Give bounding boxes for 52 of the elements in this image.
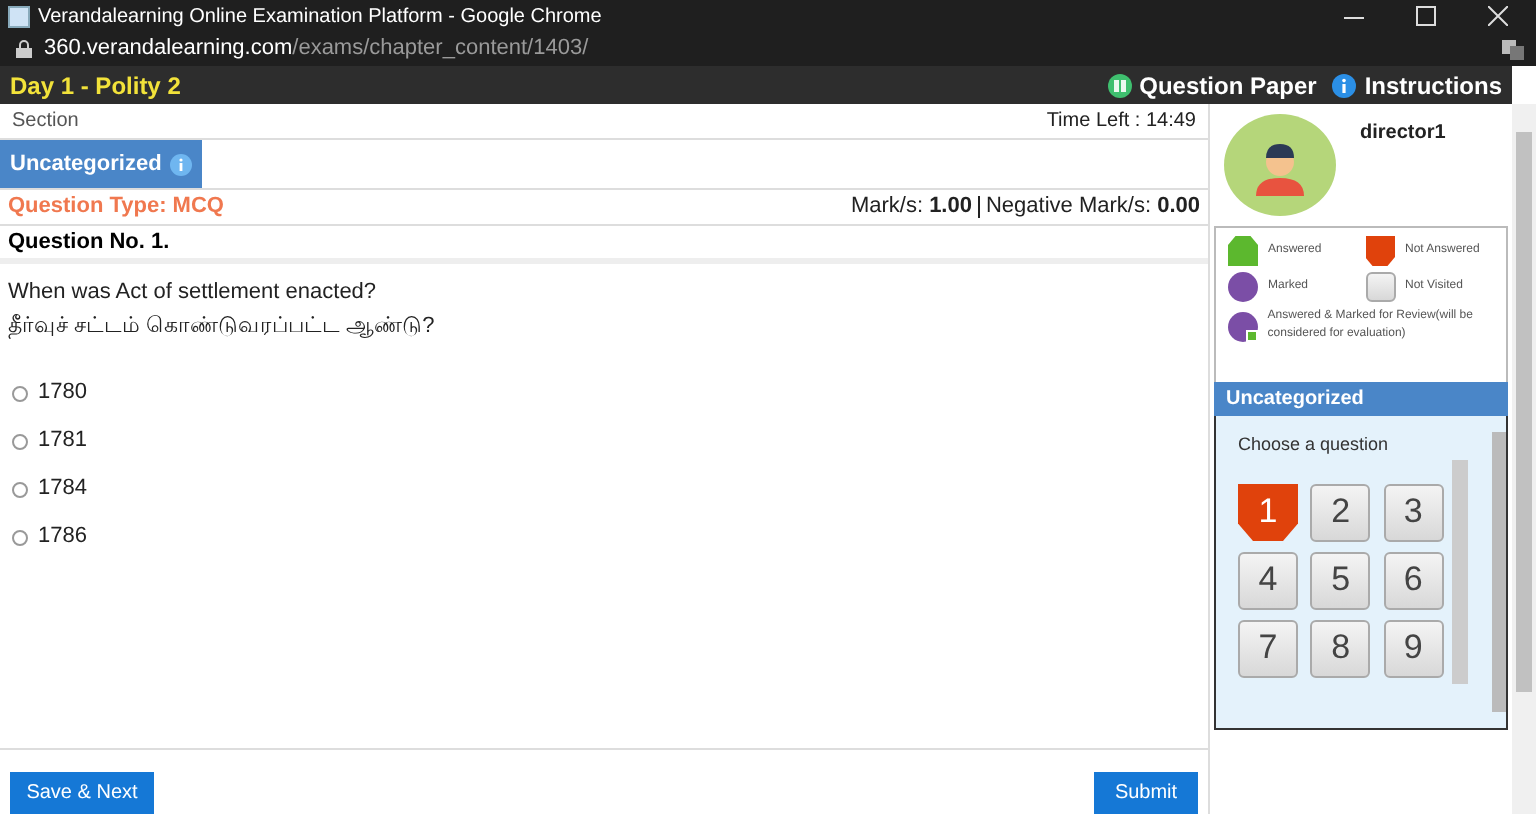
submit-button[interactable]: Submit bbox=[1094, 772, 1198, 814]
scrollbar[interactable] bbox=[1452, 460, 1468, 684]
time-left: Time Left : 14:49 bbox=[1046, 108, 1196, 136]
choose-prompt: Choose a question bbox=[1238, 432, 1391, 458]
question-number: Question No. 1. bbox=[8, 227, 170, 258]
lock-icon bbox=[16, 40, 32, 58]
question-button[interactable]: 8 bbox=[1310, 619, 1371, 677]
page-scrollbar[interactable] bbox=[1512, 104, 1536, 814]
palette-header: Uncategorized bbox=[1214, 382, 1508, 416]
radio-button[interactable] bbox=[12, 385, 28, 401]
question-button[interactable]: 5 bbox=[1310, 551, 1371, 609]
save-next-button[interactable]: Save & Next bbox=[10, 772, 154, 814]
url-text[interactable]: 360.verandalearning.com/exams/chapter_content/1403/ bbox=[44, 32, 1502, 66]
question-button[interactable]: 7 bbox=[1238, 619, 1298, 677]
username: director1 bbox=[1360, 120, 1446, 148]
question-text: தீர்வுச் சட்டம் கொண்டுவரப்பட்ட ஆண்டு? bbox=[8, 312, 437, 343]
paper-icon[interactable] bbox=[1107, 73, 1132, 97]
avatar-icon bbox=[1224, 114, 1336, 216]
translate-icon[interactable] bbox=[1502, 39, 1524, 59]
window-title: Verandalearning Online Examination Platform - Google Chrome bbox=[38, 3, 604, 31]
exam-title: Day 1 - Polity 2 bbox=[10, 69, 183, 103]
question-button[interactable]: 6 bbox=[1383, 551, 1444, 609]
section-label: Section bbox=[12, 108, 81, 136]
info-icon[interactable] bbox=[1332, 73, 1357, 97]
header-link[interactable]: Question Paper bbox=[1139, 67, 1317, 103]
radio-button[interactable] bbox=[12, 433, 28, 449]
legend-icon bbox=[1228, 311, 1258, 341]
question-type: Question Type: MCQ bbox=[8, 192, 226, 223]
legend-icon bbox=[1365, 272, 1395, 302]
question-button[interactable]: 3 bbox=[1383, 483, 1444, 541]
question-button[interactable]: 4 bbox=[1238, 551, 1298, 609]
question-button[interactable]: 2 bbox=[1310, 483, 1371, 541]
question-text: When was Act of settlement enacted? bbox=[8, 278, 379, 308]
page-icon bbox=[8, 5, 30, 27]
question-button[interactable]: 1 bbox=[1238, 483, 1298, 541]
option-label[interactable]: 1784 bbox=[38, 472, 87, 506]
radio-button[interactable] bbox=[12, 481, 28, 497]
maximize-icon[interactable] bbox=[1416, 6, 1436, 26]
legend-icon bbox=[1365, 236, 1395, 266]
option-label[interactable]: 1781 bbox=[38, 424, 87, 458]
legend-icon bbox=[1228, 272, 1258, 302]
section-tab[interactable]: Uncategorized bbox=[0, 140, 202, 188]
question-button[interactable]: 9 bbox=[1383, 619, 1444, 677]
marks-text: Mark/s: 1.00 bbox=[850, 192, 972, 223]
scrollbar[interactable] bbox=[1492, 432, 1506, 712]
negative-marks-text: Negative Mark/s: 0.00 bbox=[985, 192, 1200, 223]
option-label[interactable]: 1780 bbox=[38, 376, 87, 410]
option-label[interactable]: 1786 bbox=[38, 520, 87, 554]
legend-icon bbox=[1228, 236, 1258, 266]
header-link[interactable]: Instructions bbox=[1364, 67, 1502, 103]
radio-button[interactable] bbox=[12, 529, 28, 545]
close-icon[interactable] bbox=[1488, 6, 1508, 26]
